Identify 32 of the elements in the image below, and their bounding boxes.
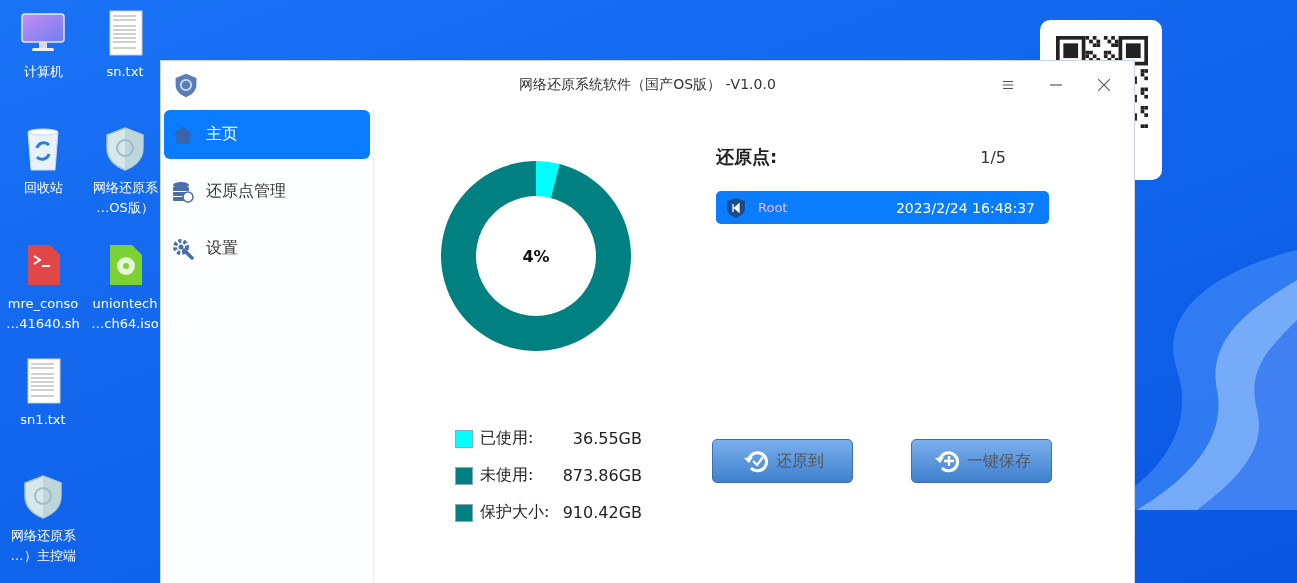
action-button[interactable]: 一键保存 <box>911 439 1052 483</box>
gear-wrench-icon <box>172 237 194 260</box>
menu-icon[interactable] <box>1002 79 1014 91</box>
database-icon <box>172 180 194 203</box>
legend-label: 保护大小: <box>480 502 551 523</box>
desktop-icon-label[interactable]: 计算机 <box>23 62 63 82</box>
restore-points-title: 还原点: <box>716 145 778 169</box>
sidebar-item[interactable]: 设置 <box>164 224 370 273</box>
shield-icon <box>726 196 746 219</box>
desktop-icon-label[interactable]: uniontech …ch64.iso <box>91 294 159 334</box>
window-title: 网络还原系统软件（国产OS版） -V1.0.0 <box>519 76 776 94</box>
action-button[interactable]: 还原到 <box>712 439 853 483</box>
legend-value: 36.55GB <box>571 429 642 448</box>
desktop-icon-label[interactable]: sn1.txt <box>20 410 66 430</box>
desktop-icon-label[interactable]: mre_conso …41640.sh <box>6 294 80 334</box>
restore-points-count: 1/5 <box>980 147 1006 167</box>
restore-point-row[interactable]: Root 2023/2/24 16:48:37 <box>716 191 1049 224</box>
sidebar-item[interactable]: 主页 <box>164 110 370 159</box>
sidebar-item[interactable]: 还原点管理 <box>164 167 370 216</box>
desktop-icon-label[interactable]: 网络还原系 …OS版） <box>92 178 158 218</box>
desktop-icon-label[interactable]: 网络还原系 …）主控端 <box>10 526 76 566</box>
legend-value: 873.86GB <box>561 466 642 485</box>
shield-logo-icon <box>173 71 199 99</box>
legend-label: 未使用: <box>480 465 535 486</box>
usage-percent: 4% <box>522 246 550 266</box>
desktop-icon-label[interactable]: 回收站 <box>23 178 63 198</box>
close-icon[interactable] <box>1098 79 1110 91</box>
restore-point-name: Root <box>758 200 788 215</box>
desktop-icon-label[interactable]: sn.txt <box>106 62 144 82</box>
legend-label: 已使用: <box>480 428 535 449</box>
legend-value: 910.42GB <box>561 503 642 522</box>
restore-point-time: 2023/2/24 16:48:37 <box>895 199 1035 216</box>
